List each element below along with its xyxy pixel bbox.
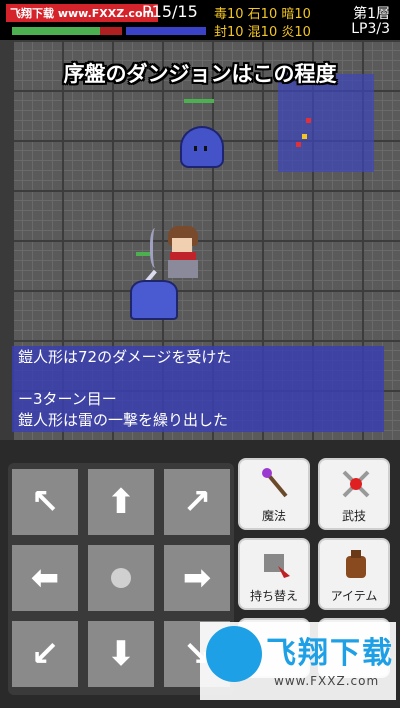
arrow-left-icon: ⬅	[30, 558, 60, 598]
hp-text: P15/15	[142, 2, 198, 21]
mp-bar	[126, 27, 206, 35]
move-up-button[interactable]: ⬆	[88, 469, 154, 535]
wait-button[interactable]	[88, 545, 154, 611]
switch-weapon-button[interactable]: 持ち替え	[238, 538, 310, 610]
watermark-top: 飞翔下载 www.FXXZ.com	[6, 4, 158, 22]
move-down-button[interactable]: ⬇	[88, 621, 154, 687]
log-line: ー3ターン目ー	[18, 390, 117, 408]
slime-eye	[204, 146, 207, 151]
player-character	[160, 226, 206, 280]
magic-button[interactable]: 魔法	[238, 458, 310, 530]
caption-text: 序盤のダンジョンはこの程度	[63, 62, 337, 86]
arrow-up-right-icon: ↗	[182, 482, 212, 522]
minimap	[278, 74, 374, 172]
switch-label: 持ち替え	[249, 589, 298, 603]
hp-bar-fill	[12, 27, 100, 35]
status-bar: 飞翔下载 www.FXXZ.com P15/15 毒10 石10 暗10 封10…	[0, 0, 400, 40]
slime-eye	[194, 146, 197, 151]
magic-label: 魔法	[261, 509, 286, 523]
move-down-left-button[interactable]: ↙	[12, 621, 78, 687]
hero-scarf	[170, 252, 196, 260]
minimap-enemy-marker	[296, 142, 301, 147]
item-label: アイテム	[330, 589, 378, 603]
move-up-left-button[interactable]: ↖	[12, 469, 78, 535]
minimap-enemy-marker	[306, 118, 311, 123]
lp-indicator: LP3/3	[351, 21, 390, 37]
log-line: 鎧人形は72のダメージを受けた	[18, 348, 232, 366]
hero-body	[168, 260, 198, 278]
skill-button[interactable]: 武技	[318, 458, 390, 530]
bag-icon	[346, 550, 366, 578]
hp-bar	[12, 27, 122, 35]
floor-indicator: 第1層	[353, 6, 390, 22]
hero-face	[172, 238, 192, 252]
arrow-down-icon: ⬇	[106, 634, 136, 674]
player-hp-marker	[136, 252, 150, 256]
staff-icon	[262, 468, 288, 498]
center-dot-icon	[111, 568, 131, 588]
skill-label: 武技	[341, 509, 366, 523]
item-button[interactable]: アイテム	[318, 538, 390, 610]
move-up-right-button[interactable]: ↗	[164, 469, 230, 535]
move-right-button[interactable]: ➡	[164, 545, 230, 611]
watermark-bottom: 飞翔下载 www.FXXZ.com	[200, 622, 396, 700]
battle-log: 鎧人形は72のダメージを受けた ー3ターン目ー 鎧人形は雷の一撃を繰り出した	[12, 346, 384, 432]
armor-doll-enemy[interactable]	[130, 280, 178, 320]
arrow-up-left-icon: ↖	[30, 482, 60, 522]
arrow-right-icon: ➡	[182, 558, 212, 598]
enemy-hp-bar	[184, 99, 214, 103]
status-resist-row2: 封10 混10 炎10	[214, 25, 311, 40]
watermark-text: 飞翔下载	[266, 636, 394, 671]
slime-enemy[interactable]	[180, 126, 224, 168]
minimap-player-marker	[302, 134, 307, 139]
swap-weapon-icon	[264, 554, 290, 578]
watermark-url: www.FXXZ.com	[274, 674, 380, 688]
move-left-button[interactable]: ⬅	[12, 545, 78, 611]
arrow-down-left-icon: ↙	[30, 634, 60, 674]
crossed-swords-icon	[342, 470, 370, 498]
arrow-up-icon: ⬆	[106, 482, 136, 522]
log-line: 鎧人形は雷の一撃を繰り出した	[18, 411, 229, 429]
watermark-logo	[206, 626, 262, 682]
status-resist-row1: 毒10 石10 暗10	[214, 7, 311, 22]
